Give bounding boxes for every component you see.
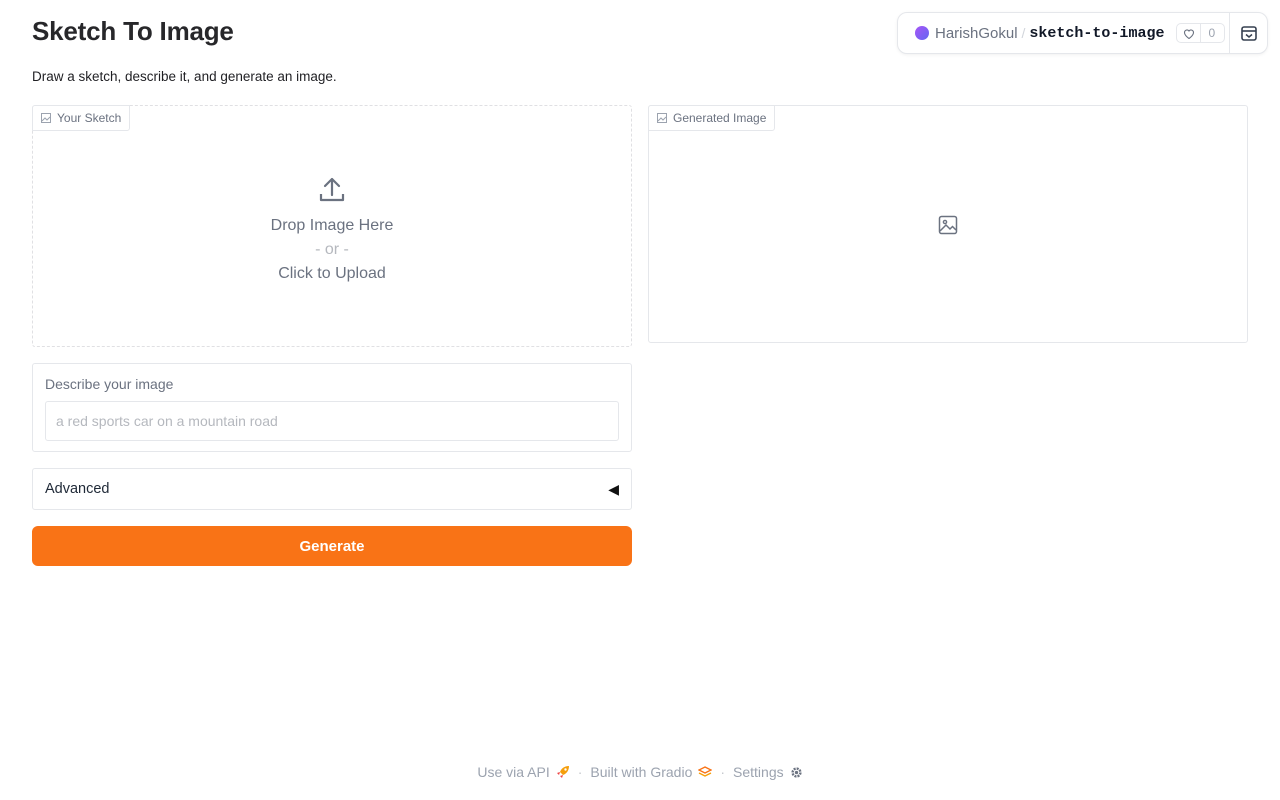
settings-link[interactable]: Settings bbox=[733, 764, 803, 780]
like-button[interactable]: 0 bbox=[1176, 23, 1226, 43]
sketch-label-text: Your Sketch bbox=[57, 111, 122, 125]
click-to-upload-text[interactable]: Click to Upload bbox=[278, 262, 386, 286]
page-description: Draw a sketch, describe it, and generate… bbox=[32, 69, 337, 84]
footer-separator: · bbox=[720, 764, 726, 780]
prompt-label: Describe your image bbox=[45, 376, 174, 392]
built-with-gradio-link[interactable]: Built with Gradio bbox=[590, 764, 713, 780]
use-via-api-link[interactable]: Use via API bbox=[477, 764, 569, 780]
built-with-gradio-text: Built with Gradio bbox=[590, 764, 693, 780]
generated-label-text: Generated Image bbox=[673, 111, 767, 125]
page-title: Sketch To Image bbox=[32, 16, 234, 46]
image-icon bbox=[41, 113, 51, 123]
gradio-logo-icon bbox=[698, 766, 713, 777]
sketch-upload-dropzone[interactable]: Your Sketch Drop Image Here - or - Click… bbox=[32, 105, 632, 347]
collapse-header-button[interactable] bbox=[1229, 13, 1267, 53]
drop-image-text: Drop Image Here bbox=[270, 217, 394, 234]
advanced-accordion[interactable]: Advanced ◀ bbox=[32, 468, 632, 510]
prompt-block: Describe your image bbox=[32, 363, 632, 452]
hf-user-link[interactable]: HarishGokul bbox=[935, 25, 1018, 42]
generated-panel-label: Generated Image bbox=[648, 105, 776, 131]
prompt-input[interactable] bbox=[45, 401, 619, 441]
gear-icon bbox=[791, 766, 802, 778]
footer-separator: · bbox=[577, 764, 583, 780]
hf-repo-link[interactable]: sketch-to-image bbox=[1029, 25, 1164, 42]
upload-icon bbox=[319, 177, 345, 202]
heart-icon bbox=[1177, 24, 1202, 42]
generated-image-panel: Generated Image bbox=[648, 105, 1248, 343]
footer: Use via API · Built with Gradio · Settin… bbox=[0, 764, 1280, 780]
use-via-api-text: Use via API bbox=[477, 764, 550, 780]
collapse-icon bbox=[1240, 25, 1257, 41]
caret-left-icon: ◀ bbox=[608, 480, 619, 497]
advanced-label: Advanced bbox=[45, 481, 110, 497]
hf-space-header: HarishGokul / sketch-to-image 0 bbox=[897, 12, 1268, 54]
image-icon bbox=[657, 113, 667, 123]
generate-button[interactable]: Generate bbox=[32, 526, 632, 566]
or-text: - or - bbox=[315, 241, 349, 258]
like-count: 0 bbox=[1208, 26, 1216, 40]
hf-separator: / bbox=[1021, 25, 1026, 41]
user-avatar[interactable] bbox=[915, 26, 929, 40]
settings-text: Settings bbox=[733, 764, 784, 780]
sketch-panel-label: Your Sketch bbox=[32, 105, 131, 131]
rocket-icon bbox=[556, 766, 569, 778]
image-placeholder-icon bbox=[938, 215, 958, 235]
